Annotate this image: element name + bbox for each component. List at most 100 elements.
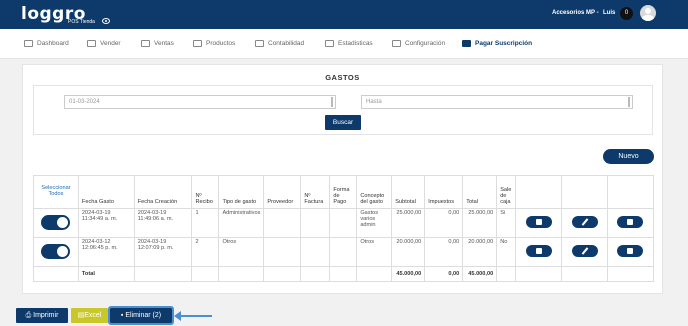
nav-item-dashboard[interactable]: Dashboard (24, 40, 69, 47)
date-to-input[interactable]: Hasta (361, 95, 633, 109)
total-cell: 25.000,00 (462, 208, 498, 238)
nav-item-productos[interactable]: Productos (193, 40, 235, 47)
date-from-input[interactable]: 01-03-2024 (64, 95, 336, 109)
select-cell (33, 208, 79, 238)
nav-label: Dashboard (37, 40, 69, 47)
total-empty-cell (606, 266, 655, 282)
fecha-gasto-cell: 2024-03-12 12:06:45 p. m. (77, 237, 135, 267)
printer-icon (535, 248, 542, 254)
sale-caja-cell: Si (496, 208, 517, 238)
date-to-placeholder: Hasta (366, 99, 382, 105)
print-button[interactable]: ⎙ Imprimir (16, 308, 68, 323)
total-empty-cell (191, 266, 220, 282)
nav-label: Productos (206, 40, 236, 47)
gastos-card: GASTOS 01-03-2024 Hasta Buscar Nuevo Sel… (22, 64, 663, 294)
pencil-icon (581, 247, 588, 255)
proveedor-cell (263, 237, 302, 267)
trash-icon (627, 219, 634, 225)
search-button[interactable]: Buscar (325, 115, 361, 130)
impuestos-cell: 0,00 (424, 237, 464, 267)
table-row: 2024-03-12 12:06:45 p. m. 2024-03-19 12:… (33, 237, 655, 267)
box-icon (193, 40, 202, 47)
total-subtotal: 45.000,00 (391, 266, 426, 282)
select-cell (33, 237, 79, 267)
subtotal-cell: 25.000,00 (391, 208, 426, 238)
total-empty-cell (356, 266, 393, 282)
delete-row-button[interactable] (617, 245, 644, 257)
edit-cell (561, 208, 608, 238)
col-header: Impuestos (424, 175, 464, 209)
trash-icon (627, 248, 634, 254)
nav-label: Estadisticas (338, 40, 373, 47)
edit-cell (561, 237, 608, 267)
cart-icon (87, 40, 96, 47)
col-header: Forma de Pago (329, 175, 358, 209)
edit-row-button[interactable] (571, 216, 598, 228)
nav-item-pagar-suscripcion[interactable]: Pagar Suscripción (462, 40, 532, 47)
store-selector[interactable]: Accesorios MP - (552, 10, 599, 16)
nav-item-estadisticas[interactable]: Estadisticas (325, 40, 373, 47)
total-empty-cell (263, 266, 302, 282)
table-header-row: Seleccionar Todos Fecha Gasto Fecha Crea… (33, 175, 655, 209)
total-empty-cell (300, 266, 331, 282)
col-header: Proveedor (263, 175, 302, 209)
select-all-header[interactable]: Seleccionar Todos (33, 175, 79, 209)
col-header: Subtotal (391, 175, 426, 209)
col-header-print (515, 175, 563, 209)
avatar[interactable] (640, 5, 656, 21)
print-label: Imprimir (33, 312, 59, 319)
input-scroll-handle (628, 97, 630, 107)
tipo-cell: Otros (218, 237, 265, 267)
nav-item-contabilidad[interactable]: Contabilidad (255, 40, 304, 47)
main-nav: Dashboard Vender Ventas Productos Contab… (0, 29, 688, 59)
highlight-arrow (174, 311, 212, 321)
input-scroll-handle (331, 97, 333, 107)
print-row-button[interactable] (525, 216, 552, 228)
nav-label: Pagar Suscripción (475, 40, 533, 47)
sale-caja-cell: No (496, 237, 517, 267)
printer-icon: ⎙ (25, 312, 34, 319)
fecha-creacion-cell: 2024-03-19 11:49:06 a. m. (133, 208, 193, 238)
expenses-table: Seleccionar Todos Fecha Gasto Fecha Crea… (33, 175, 655, 282)
excel-button[interactable]: ▤Excel (71, 308, 108, 323)
total-cell: 20.000,00 (462, 237, 498, 267)
nav-item-configuracion[interactable]: Configuración (392, 40, 445, 47)
card-icon (462, 40, 471, 47)
impuestos-cell: 0,00 (424, 208, 464, 238)
col-header-delete (606, 175, 655, 209)
print-row-button[interactable] (525, 245, 552, 257)
select-toggle[interactable] (41, 215, 71, 230)
top-bar: loggro POS Tienda Accesorios MP - Luis 0 (0, 0, 688, 29)
total-empty-cell (33, 266, 79, 282)
delete-row-button[interactable] (617, 216, 644, 228)
book-icon (255, 40, 264, 47)
total-empty-cell (561, 266, 608, 282)
pencil-icon (581, 218, 588, 226)
fecha-creacion-cell: 2024-03-19 12:07:09 p. m. (133, 237, 193, 267)
delete-selected-button[interactable]: ▪ Eliminar (2) (108, 306, 174, 325)
col-header: Fecha Creación (133, 175, 193, 209)
subtotal-cell: 20.000,00 (391, 237, 426, 267)
nav-label: Contabilidad (268, 40, 305, 47)
new-expense-button[interactable]: Nuevo (603, 149, 654, 164)
notification-badge[interactable]: 0 (620, 7, 633, 20)
concepto-cell: Otros (356, 237, 393, 267)
total-empty-cell (218, 266, 265, 282)
eye-icon[interactable] (102, 18, 110, 24)
total-empty-cell (133, 266, 193, 282)
col-header-edit (561, 175, 608, 209)
dashboard-icon (24, 40, 33, 47)
col-header: Nº Recibo (191, 175, 220, 209)
edit-row-button[interactable] (571, 245, 598, 257)
col-header: Sale de caja (496, 175, 517, 209)
nav-item-ventas[interactable]: Ventas (141, 40, 174, 47)
fecha-gasto-cell: 2024-03-19 11:34:49 a. m. (77, 208, 135, 238)
nav-item-vender[interactable]: Vender (87, 40, 121, 47)
delete-label: Eliminar (2) (125, 312, 162, 319)
tipo-cell: Administrativos (218, 208, 265, 238)
select-toggle[interactable] (41, 244, 71, 259)
user-name[interactable]: Luis (603, 10, 615, 16)
date-from-value: 01-03-2024 (69, 99, 100, 105)
total-empty-cell (515, 266, 563, 282)
factura-cell (300, 237, 331, 267)
